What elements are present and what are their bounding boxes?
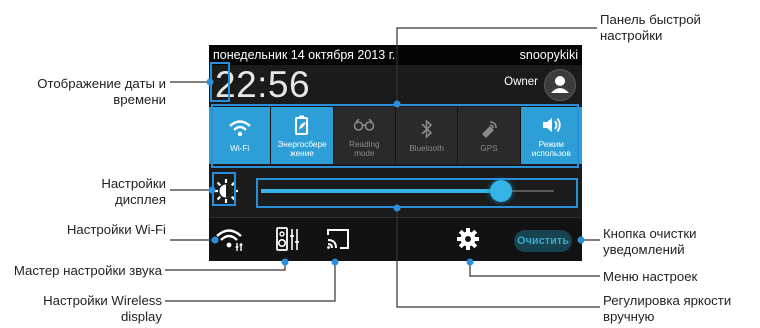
annotation-date-time: Отображение даты и времени	[37, 76, 166, 107]
annotation-sound-wizard: Мастер настройки звука	[13, 263, 162, 278]
annotation-display-settings: Настройки дисплея	[101, 176, 166, 207]
annotation-wifi-settings: Настройки Wi-Fi	[66, 222, 166, 237]
annotation-wireless-display: Настройки Wireless display	[43, 293, 162, 324]
annotation-manual-brightness: Регулировка яркости вручную	[603, 293, 732, 324]
annotation-quick-settings: Панель быстрой настройки	[600, 12, 701, 43]
annotation-settings-menu: Меню настроек	[603, 269, 698, 284]
annotation-clear-button: Кнопка очистки уведомлений	[603, 226, 697, 257]
